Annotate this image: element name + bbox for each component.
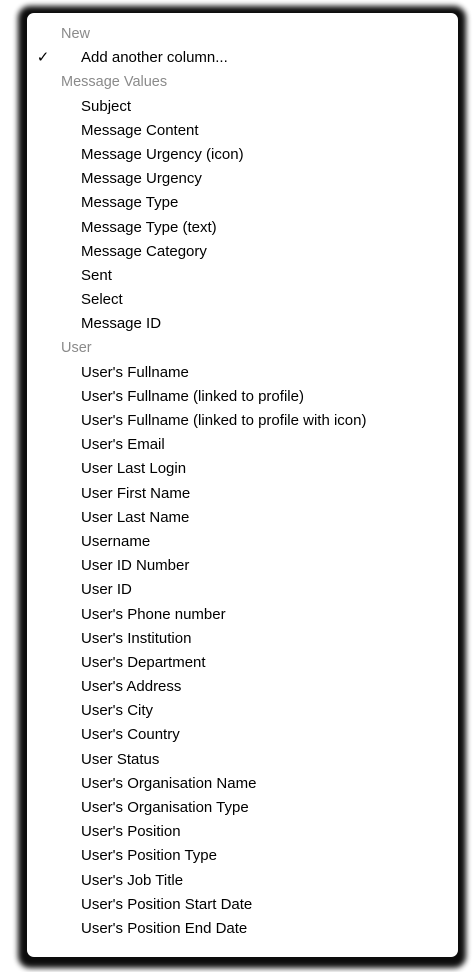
menu-item[interactable]: Message Type (text) xyxy=(27,216,458,240)
menu-item-label: Message Category xyxy=(81,242,207,260)
menu-item[interactable]: User First Name xyxy=(27,482,458,506)
menu-item[interactable]: Message ID xyxy=(27,312,458,336)
menu-item-label: User's Position Type xyxy=(81,847,217,865)
menu-item-label: User Last Name xyxy=(81,508,190,526)
menu-item-label: User's Fullname xyxy=(81,363,189,381)
menu-item[interactable]: User's Institution xyxy=(27,627,458,651)
menu-group-label: New xyxy=(61,26,91,42)
menu-item[interactable]: User's Position End Date xyxy=(27,917,458,941)
menu-item[interactable]: Message Type xyxy=(27,191,458,215)
menu-item[interactable]: User's Phone number xyxy=(27,603,458,627)
menu-item-label: User's Email xyxy=(81,436,165,454)
menu-item-label: Message ID xyxy=(81,315,162,333)
menu-item-label: Select xyxy=(81,291,123,309)
menu-item-label: User's Organisation Type xyxy=(81,799,249,816)
menu-item[interactable]: Username xyxy=(27,530,458,554)
menu-item-label: User's Phone number xyxy=(81,605,226,623)
menu-item[interactable]: User's Organisation Type xyxy=(27,796,458,820)
menu-item[interactable]: User's Country xyxy=(27,723,458,747)
menu-item-label: User's Fullname (linked to profile with … xyxy=(81,412,367,429)
menu-item-label: User ID Number xyxy=(81,557,190,575)
menu-item[interactable]: User's Job Title xyxy=(27,869,458,893)
menu-item-label: Message Urgency (icon) xyxy=(81,145,244,163)
menu-item-label: User's Institution xyxy=(81,629,192,647)
menu-group-label: Message Values xyxy=(61,74,168,91)
menu-item-label: User's Job Title xyxy=(81,871,184,889)
menu-item[interactable]: User's Department xyxy=(27,651,458,675)
menu-item-label: Message Content xyxy=(81,121,199,139)
menu-item[interactable]: Sent xyxy=(27,264,458,288)
menu-item[interactable]: User's Email xyxy=(27,433,458,457)
menu-item[interactable]: User Last Name xyxy=(27,506,458,530)
menu-item-label: Username xyxy=(81,532,151,550)
menu-item-label: Subject xyxy=(81,97,132,115)
menu-item-label: User's Position End Date xyxy=(81,919,248,937)
menu-item[interactable]: User's Position Type xyxy=(27,844,458,868)
menu-item-label: Sent xyxy=(81,266,112,284)
menu-item-label: User's Fullname (linked to profile) xyxy=(81,387,304,405)
menu-item[interactable]: User's Position xyxy=(27,820,458,844)
menu-item[interactable]: Select xyxy=(27,288,458,312)
menu-item[interactable]: User's Organisation Name xyxy=(27,772,458,796)
menu-item-label: User ID xyxy=(81,581,132,599)
menu-item[interactable]: User's Position Start Date xyxy=(27,893,458,917)
menu-item[interactable]: User ID xyxy=(27,578,458,602)
menu-item-label: User First Name xyxy=(81,484,191,502)
menu-item[interactable]: User's City xyxy=(27,699,458,723)
menu-item[interactable]: ✓ Add another column... xyxy=(27,46,458,70)
menu-item-label: Message Type xyxy=(81,194,179,212)
menu-item-label: User's Position Start Date xyxy=(81,895,253,913)
menu-item[interactable]: User's Fullname xyxy=(27,361,458,385)
menu-item[interactable]: User's Fullname (linked to profile) xyxy=(27,385,458,409)
menu-item-label: User's Department xyxy=(81,653,206,671)
menu-item-label: User's City xyxy=(81,702,154,720)
menu-item-label: User's Country xyxy=(81,726,180,744)
menu-item[interactable]: User's Address xyxy=(27,675,458,699)
menu-item-label: User's Organisation Name xyxy=(81,774,257,792)
column-dropdown-menu: New ✓ Add another column... Message Values S… xyxy=(27,13,458,957)
menu-item[interactable]: Message Category xyxy=(27,240,458,264)
menu-item[interactable]: User's Fullname (linked to profile with … xyxy=(27,409,458,433)
menu-item[interactable]: Message Content xyxy=(27,119,458,143)
menu-item-label: Message Urgency xyxy=(81,170,202,188)
checkmark-icon: ✓ xyxy=(36,49,50,67)
menu-item-label: Message Type (text) xyxy=(81,218,217,236)
menu-item[interactable]: Message Urgency xyxy=(27,167,458,191)
menu-item[interactable]: Message Urgency (icon) xyxy=(27,143,458,167)
menu-item[interactable]: User ID Number xyxy=(27,554,458,578)
menu-item-label: Add another column... xyxy=(81,49,228,67)
menu-item[interactable]: User Status xyxy=(27,748,458,772)
menu-item[interactable]: Subject xyxy=(27,95,458,119)
menu-item-label: User Status xyxy=(81,750,160,768)
menu-group-label: User xyxy=(61,340,92,357)
menu-item[interactable]: User Last Login xyxy=(27,457,458,481)
menu-item-label: User's Address xyxy=(81,678,182,696)
menu-item-label: User's Position xyxy=(81,823,181,841)
menu-item-label: User Last Login xyxy=(81,460,187,478)
